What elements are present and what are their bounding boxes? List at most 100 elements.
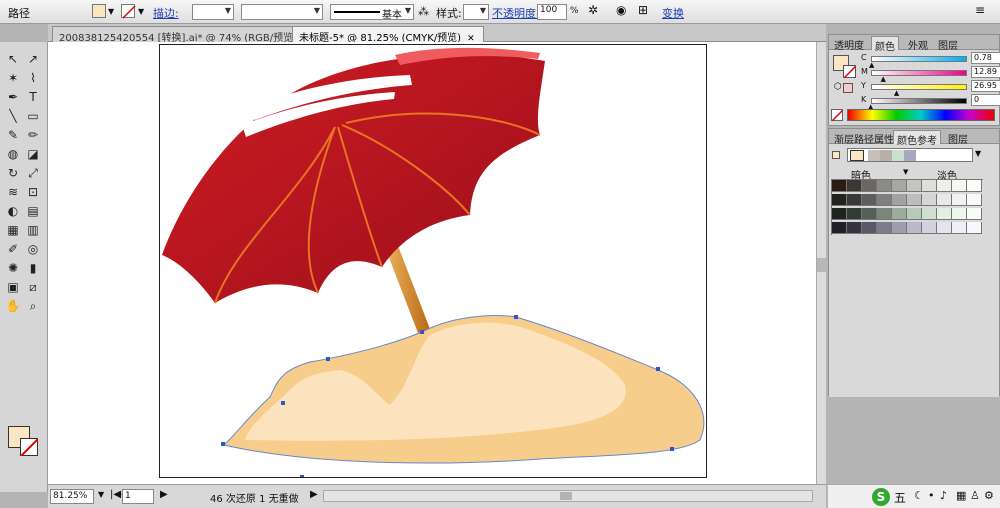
color-variation-swatch[interactable] (847, 180, 862, 192)
hand-tool[interactable]: ✋ (4, 297, 22, 315)
artwork[interactable] (160, 45, 706, 477)
line-tool[interactable]: ╲ (4, 107, 22, 125)
symbol-sprayer-tool[interactable]: ✺ (4, 259, 22, 277)
move-icon[interactable]: ⁂ (418, 5, 429, 18)
chevron-down-icon[interactable]: ▼ (108, 7, 114, 16)
scroll-thumb[interactable] (560, 492, 572, 500)
slider-k[interactable]: K▲0% (859, 94, 1000, 111)
page-dropdown[interactable]: 1 (122, 489, 154, 504)
shape-builder-tool[interactable]: ◐ (4, 202, 22, 220)
tab-layers[interactable]: 图层 (935, 36, 961, 52)
recolor-icon[interactable]: ✲ (588, 3, 598, 17)
paintbrush-tool[interactable]: ✎ (4, 126, 22, 144)
microphone-icon[interactable]: ♪ (940, 489, 947, 502)
style-dropdown[interactable]: ▼ (463, 4, 489, 20)
color-variation-swatch[interactable] (832, 194, 847, 206)
stroke-color-swatch[interactable] (843, 65, 857, 79)
artboard[interactable] (159, 44, 707, 478)
first-page-icon[interactable]: |◀ (110, 489, 121, 500)
fill-swatch[interactable] (92, 4, 106, 18)
slider-m[interactable]: M▲12.89% (859, 66, 1000, 83)
slider-y[interactable]: Y▲26.95% (859, 80, 1000, 97)
globe-icon[interactable]: ◉ (616, 3, 626, 17)
selection-tool[interactable]: ↖ (4, 50, 22, 68)
pen-tool[interactable]: ✒ (4, 88, 22, 106)
color-variation-swatch[interactable] (832, 180, 847, 192)
color-variations-grid[interactable] (831, 179, 983, 235)
document-tab-1[interactable]: 200838125420554 [转换].ai* @ 74% (RGB/预览)✕ (52, 26, 320, 44)
gradient-tool[interactable]: ▥ (24, 221, 42, 239)
pencil-tool[interactable]: ✏ (24, 126, 42, 144)
cube-icon[interactable]: ⬡ (834, 82, 842, 92)
document-tab-2[interactable]: 未标题-5* @ 81.25% (CMYK/预览) ✕ (292, 26, 484, 44)
slider-value[interactable]: 0 (971, 94, 1000, 106)
slider-value[interactable]: 26.95 (971, 80, 1000, 92)
status-menu-icon[interactable]: ▶ (310, 489, 318, 500)
warp-tool[interactable]: ≋ (4, 183, 22, 201)
rectangle-tool[interactable]: ▭ (24, 107, 42, 125)
color-variation-swatch[interactable] (907, 208, 922, 220)
blend-tool[interactable]: ◎ (24, 240, 42, 258)
color-variation-swatch[interactable] (952, 208, 967, 220)
ime-logo-icon[interactable]: S (872, 488, 890, 506)
harmony-rules-dropdown[interactable] (847, 148, 973, 162)
color-variation-swatch[interactable] (952, 194, 967, 206)
color-variation-swatch[interactable] (937, 222, 952, 234)
stroke-swatch[interactable] (121, 4, 136, 19)
user-icon[interactable]: ♙ (970, 489, 980, 502)
color-variation-swatch[interactable] (892, 180, 907, 192)
next-page-icon[interactable]: ▶ (160, 489, 168, 500)
color-variation-swatch[interactable] (832, 208, 847, 220)
color-variation-swatch[interactable] (892, 222, 907, 234)
color-variation-swatch[interactable] (862, 222, 877, 234)
color-variation-swatch[interactable] (967, 180, 982, 192)
eyedropper-tool[interactable]: ✐ (4, 240, 22, 258)
vertical-scrollbar[interactable] (816, 42, 826, 484)
tab-appearance[interactable]: 外观 (905, 36, 931, 52)
eraser-tool[interactable]: ◪ (24, 145, 42, 163)
dot-icon[interactable]: • (928, 489, 935, 502)
color-variation-swatch[interactable] (862, 180, 877, 192)
settings-icon[interactable]: ⚙ (984, 489, 994, 502)
color-variation-swatch[interactable] (847, 222, 862, 234)
base-color-swatch[interactable] (832, 151, 840, 159)
slider-track[interactable] (871, 98, 967, 104)
blob-brush-tool[interactable]: ◍ (4, 145, 22, 163)
slider-track[interactable] (871, 84, 967, 90)
color-variation-swatch[interactable] (952, 180, 967, 192)
color-variation-swatch[interactable] (922, 194, 937, 206)
tab-transparency[interactable]: 透明度 (831, 36, 867, 52)
brush-definition-dropdown[interactable]: 基本 ▼ (330, 4, 414, 21)
zoom-tool[interactable]: ⌕ (24, 297, 42, 315)
color-variation-swatch[interactable] (937, 180, 952, 192)
none-swatch[interactable] (831, 109, 844, 122)
color-spectrum[interactable] (847, 109, 995, 121)
color-variation-swatch[interactable] (907, 180, 922, 192)
perspective-grid-tool[interactable]: ▤ (24, 202, 42, 220)
variable-width-dropdown[interactable]: ▼ (241, 4, 323, 20)
scale-tool[interactable]: ⤢ (24, 164, 42, 182)
color-variation-swatch[interactable] (862, 208, 877, 220)
ime-mode-label[interactable]: 五 (894, 489, 906, 506)
tab-color[interactable]: 颜色 (871, 36, 899, 53)
color-variation-swatch[interactable] (922, 180, 937, 192)
magic-wand-tool[interactable]: ✶ (4, 69, 22, 87)
chevron-down-icon[interactable]: ▼ (138, 7, 144, 16)
color-variation-swatch[interactable] (967, 222, 982, 234)
slider-value[interactable]: 12.89 (971, 66, 1000, 78)
keyboard-icon[interactable]: ▦ (956, 489, 966, 502)
free-transform-tool[interactable]: ⊡ (24, 183, 42, 201)
stroke-weight-dropdown[interactable]: ▼ (192, 4, 234, 20)
lasso-tool[interactable]: ⌇ (24, 69, 42, 87)
type-tool[interactable]: T (24, 88, 42, 106)
align-icon[interactable]: ⊞ (638, 3, 648, 17)
color-variation-swatch[interactable] (967, 194, 982, 206)
transform-link[interactable]: 变换 (662, 5, 684, 21)
slider-c[interactable]: C▲0.78% (859, 52, 1000, 69)
color-variation-swatch[interactable] (967, 208, 982, 220)
color-variation-swatch[interactable] (862, 194, 877, 206)
color-variation-swatch[interactable] (952, 222, 967, 234)
color-variation-swatch[interactable] (937, 194, 952, 206)
scroll-thumb[interactable] (817, 258, 826, 272)
stroke-link[interactable]: 描边: (153, 5, 179, 21)
